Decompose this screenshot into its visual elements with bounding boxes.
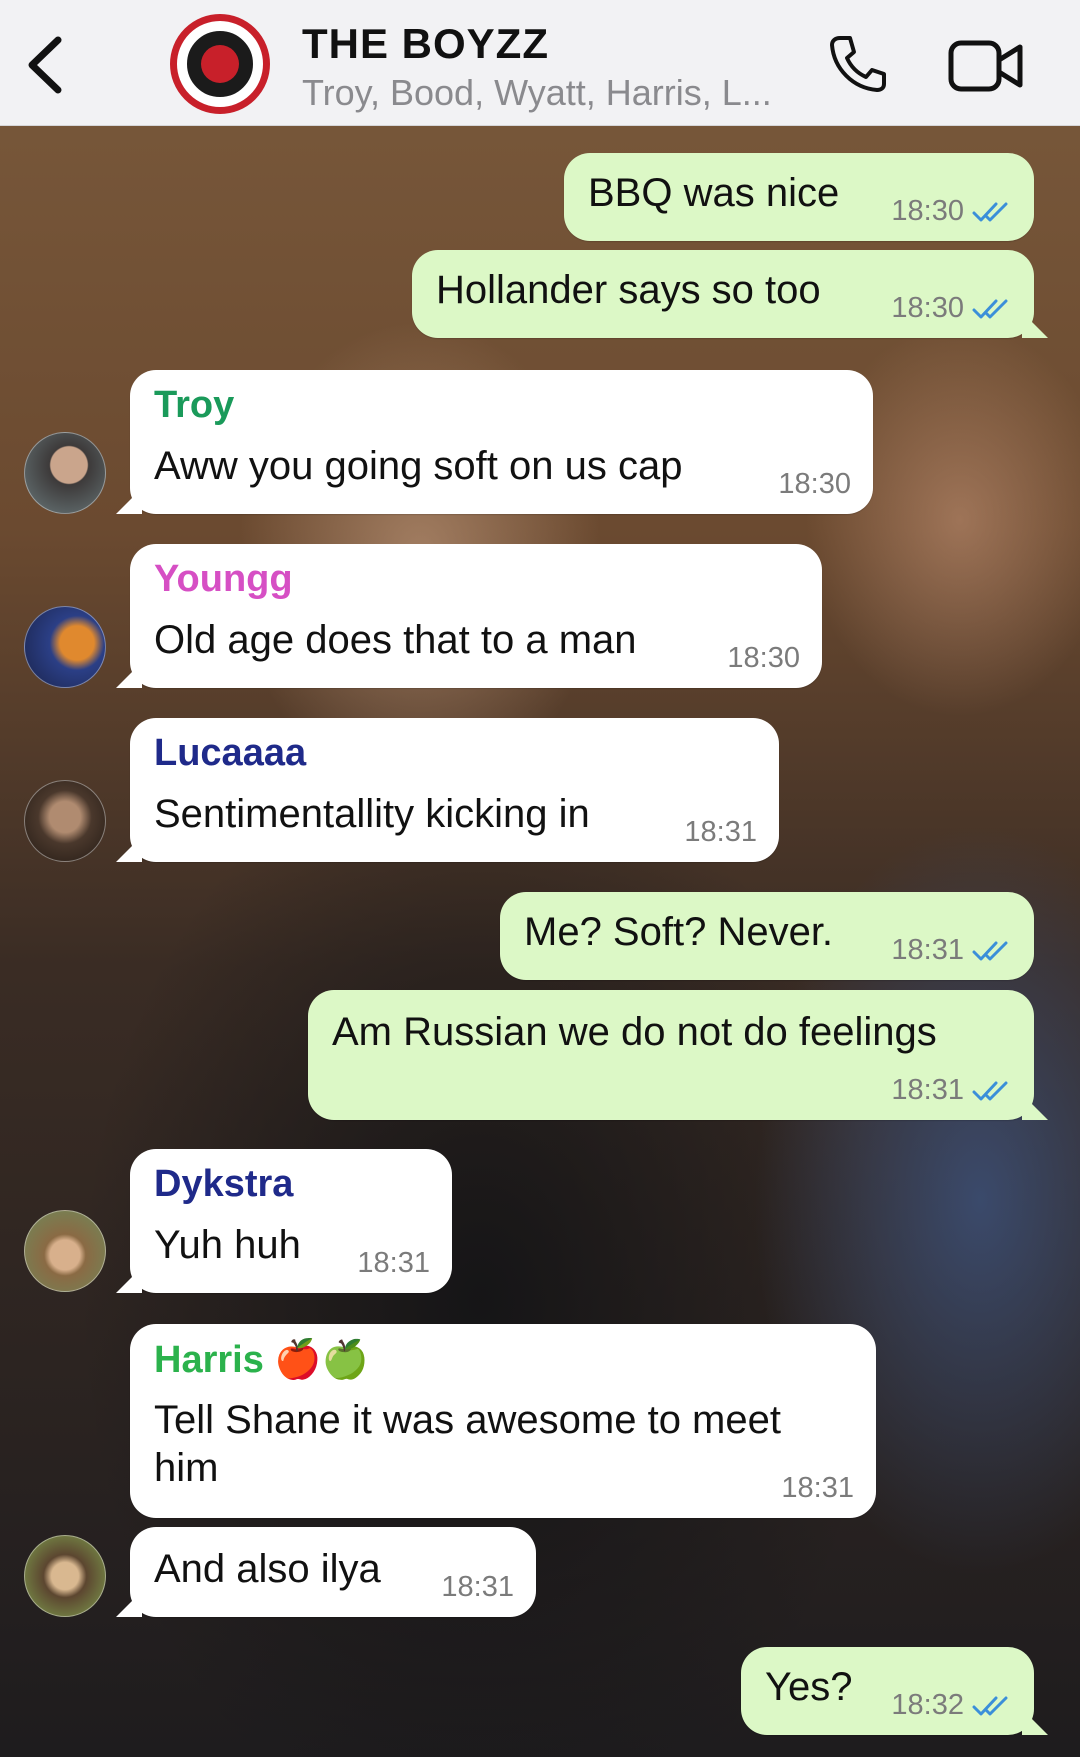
sender-name: Youngg [154, 558, 293, 600]
incoming-message[interactable]: Youngg Old age does that to a man 18:30 [116, 544, 822, 688]
back-chevron-icon[interactable] [22, 30, 72, 100]
message-time: 18:30 [891, 292, 964, 324]
outgoing-message[interactable]: BBQ was nice 18:30 [564, 153, 1034, 241]
incoming-message[interactable]: Lucaaaa Sentimentallity kicking in 18:31 [116, 718, 779, 862]
incoming-message[interactable]: Dykstra Yuh huh 18:31 [116, 1149, 452, 1293]
outgoing-message[interactable]: Me? Soft? Never. 18:31 [500, 892, 1034, 980]
message-time: 18:31 [357, 1247, 430, 1279]
message-text: Sentimentallity kicking in [154, 792, 590, 836]
message-time: 18:32 [891, 1689, 964, 1721]
chat-header: THE BOYZZ Troy, Bood, Wyatt, Harris, L..… [0, 0, 1080, 126]
message-time: 18:30 [778, 468, 851, 500]
outgoing-message[interactable]: Yes? 18:32 [741, 1647, 1048, 1735]
message-text: Old age does that to a man [154, 618, 637, 662]
message-text: Aww you going soft on us cap [154, 444, 683, 488]
message-text: And also ilya [154, 1547, 381, 1591]
read-ticks-icon [972, 1081, 1008, 1100]
message-text: Am Russian we do not do feelings [332, 1010, 937, 1054]
message-time: 18:30 [891, 195, 964, 227]
message-time: 18:31 [891, 934, 964, 966]
sender-name: Harris 🍎🍏 [154, 1339, 370, 1381]
message-text: Yuh huh [154, 1223, 301, 1267]
message-time: 18:31 [441, 1571, 514, 1603]
group-title[interactable]: THE BOYZZ [302, 20, 549, 68]
message-text: Yes? [765, 1665, 853, 1709]
avatar-youngg[interactable] [24, 606, 106, 688]
incoming-message[interactable]: Troy Aww you going soft on us cap 18:30 [116, 370, 873, 514]
read-ticks-icon [972, 1696, 1008, 1715]
avatar-dykstra[interactable] [24, 1210, 106, 1292]
read-ticks-icon [972, 202, 1008, 221]
incoming-message[interactable]: Harris 🍎🍏 Tell Shane it was awesome to m… [130, 1324, 876, 1518]
message-text: BBQ was nice [588, 171, 840, 215]
outgoing-message[interactable]: Am Russian we do not do feelings 18:31 [308, 990, 1048, 1120]
avatar-harris[interactable] [24, 1535, 106, 1617]
read-ticks-icon [972, 299, 1008, 318]
message-time: 18:31 [781, 1472, 854, 1504]
outgoing-message[interactable]: Hollander says so too 18:30 [412, 250, 1048, 338]
group-avatar[interactable] [170, 14, 270, 114]
message-text: Me? Soft? Never. [524, 910, 834, 954]
phone-call-icon[interactable] [826, 32, 890, 96]
avatar-troy[interactable] [24, 432, 106, 514]
message-time: 18:30 [727, 642, 800, 674]
read-ticks-icon [972, 941, 1008, 960]
sender-name: Dykstra [154, 1163, 294, 1205]
message-time: 18:31 [684, 816, 757, 848]
message-text: Hollander says so too [436, 268, 821, 312]
incoming-message[interactable]: And also ilya 18:31 [116, 1527, 536, 1617]
group-members-list[interactable]: Troy, Bood, Wyatt, Harris, L... [302, 72, 772, 114]
sender-name: Troy [154, 384, 235, 426]
avatar-lucaaaa[interactable] [24, 780, 106, 862]
message-text: Tell Shane it was awesome to meet him [154, 1398, 781, 1490]
video-call-icon[interactable] [948, 38, 1024, 94]
message-time: 18:31 [891, 1074, 964, 1106]
sender-name: Lucaaaa [154, 732, 307, 774]
